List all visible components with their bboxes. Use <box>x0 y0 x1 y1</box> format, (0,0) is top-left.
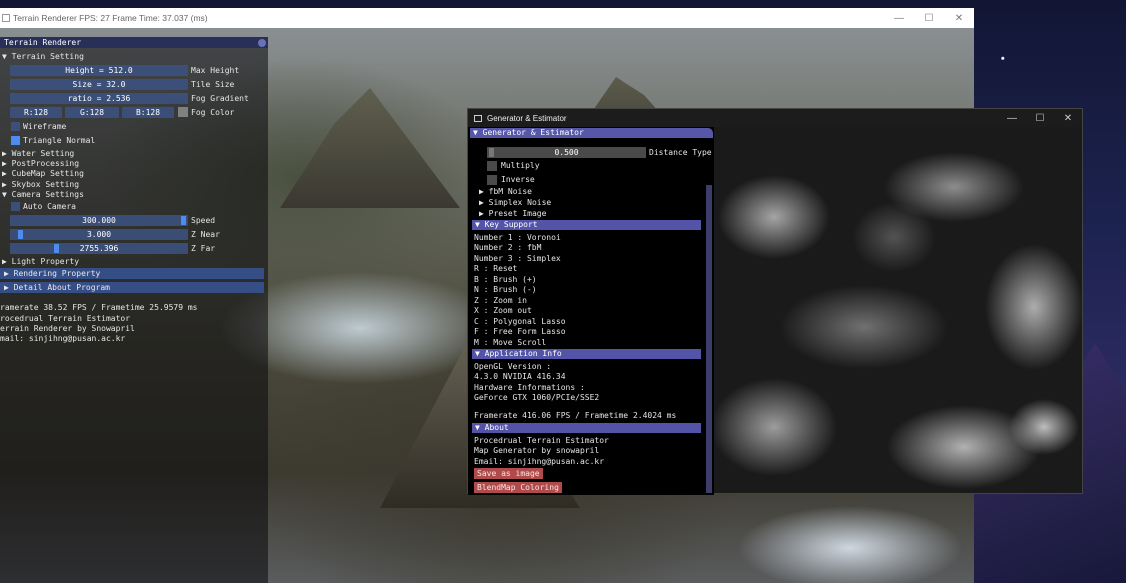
save-as-image-button[interactable]: Save as image <box>474 468 543 479</box>
blendmap-coloring-button[interactable]: BlendMap Coloring <box>474 482 562 493</box>
fog-red-value: R:128 <box>23 108 49 117</box>
terrain-peak <box>280 88 460 208</box>
main-window-title: Terrain Renderer FPS: 27 Frame Time: 37.… <box>13 13 208 23</box>
triangle-normal-checkbox[interactable] <box>11 136 20 145</box>
fog-gradient-label: Fog Gradient <box>191 94 249 103</box>
multiply-label: Multiply <box>501 161 540 170</box>
size-slider[interactable]: Size = 32.0 <box>10 79 188 90</box>
fog-green-value: G:128 <box>79 108 105 117</box>
panel-title-text: Terrain Renderer <box>4 38 82 47</box>
key-row: R : Reset <box>474 264 518 273</box>
speed-value: 300.000 <box>82 216 116 225</box>
znear-value: 3.000 <box>86 230 112 239</box>
generator-panel: ▼ Generator & Estimator 0.500 Distance T… <box>468 127 714 495</box>
gen-panel-header[interactable]: ▼ Generator & Estimator <box>470 128 713 138</box>
application-info-header[interactable]: ▼ Application Info <box>472 349 701 359</box>
hardware-info-value: GeForce GTX 1060/PCIe/SSE2 <box>474 393 600 402</box>
fog-red-input[interactable]: R:128 <box>10 107 62 118</box>
camera-settings-header[interactable]: ▼ Camera Settings <box>2 189 84 200</box>
key-row: M : Move Scroll <box>474 338 547 347</box>
key-row: F : Free Form Lasso <box>474 327 566 336</box>
inverse-label: Inverse <box>501 175 535 184</box>
close-button[interactable]: ✕ <box>944 13 974 24</box>
minimize-button[interactable]: — <box>998 113 1026 124</box>
tile-size-label: Tile Size <box>191 80 235 89</box>
max-height-label: Max Height <box>191 66 240 75</box>
rendering-property-header[interactable]: ▶ Rendering Property <box>0 268 264 279</box>
speed-label: Speed <box>191 216 216 225</box>
key-support-header[interactable]: ▼ Key Support <box>472 220 701 230</box>
camera-speed-slider[interactable]: 300.000 <box>10 215 188 226</box>
slider-value: 0.500 <box>554 148 579 157</box>
preset-image-node[interactable]: ▶ Preset Image <box>479 208 546 219</box>
detail-about-header[interactable]: ▶ Detail About Program <box>0 282 264 293</box>
fog-color-swatch[interactable] <box>178 107 188 117</box>
triangle-normal-label: Triangle Normal <box>23 136 96 145</box>
about-header[interactable]: ▼ About <box>472 423 701 433</box>
zfar-label: Z Far <box>191 244 216 253</box>
slider-grab-handle[interactable] <box>181 216 186 225</box>
fbm-noise-node[interactable]: ▶ fbM Noise <box>479 186 532 197</box>
cubemap-setting-node[interactable]: ▶ CubeMap Setting <box>2 168 84 179</box>
slider-grab-handle[interactable] <box>54 244 59 253</box>
app-icon <box>2 14 10 22</box>
key-row: N : Brush (-) <box>474 285 537 294</box>
maximize-button[interactable]: ☐ <box>1026 113 1054 124</box>
terrain-renderer-panel: Terrain Renderer ▼ Terrain Setting Heigh… <box>0 37 268 583</box>
panel-scrollbar[interactable] <box>706 185 712 493</box>
auto-camera-label: Auto Camera <box>23 202 76 211</box>
value-slider[interactable]: 0.500 <box>487 147 646 158</box>
fog-green-input[interactable]: G:128 <box>65 107 119 118</box>
ratio-slider[interactable]: ratio = 2.536 <box>10 93 188 104</box>
close-button[interactable]: ✕ <box>1054 113 1082 124</box>
ratio-value: ratio = 2.536 <box>67 94 131 103</box>
wireframe-checkbox[interactable] <box>11 122 20 131</box>
framerate-info: ramerate 38.52 FPS / Frametime 25.9579 m… <box>0 303 198 312</box>
collapse-dot-icon[interactable] <box>258 39 266 47</box>
multiply-checkbox[interactable] <box>487 161 497 171</box>
panel-title[interactable]: Terrain Renderer <box>0 37 268 48</box>
auto-camera-checkbox[interactable] <box>11 202 20 211</box>
generator-estimator-window: Generator & Estimator — ☐ ✕ ▼ Generator … <box>467 108 1083 495</box>
gen-titlebar[interactable]: Generator & Estimator — ☐ ✕ <box>468 109 1082 127</box>
wireframe-label: Wireframe <box>23 122 67 131</box>
about-line: Map Generator by snowapril <box>474 446 600 455</box>
distance-type-label: Distance Type <box>649 148 712 157</box>
email-info: mail: sinjihng@pusan.ac.kr <box>0 334 126 343</box>
height-slider[interactable]: Height = 512.0 <box>10 65 188 76</box>
light-property-node[interactable]: ▶ Light Property <box>2 256 79 267</box>
fog-color-label: Fog Color <box>191 108 235 117</box>
about-line: Email: sinjihng@pusan.ac.kr <box>474 457 605 466</box>
zfar-value: 2755.396 <box>79 244 119 253</box>
terrain-setting-header[interactable]: ▼ Terrain Setting <box>2 51 84 62</box>
opengl-version-value: 4.3.0 NVIDIA 416.34 <box>474 372 566 381</box>
key-row: X : Zoom out <box>474 306 532 315</box>
simplex-noise-node[interactable]: ▶ Simplex Noise <box>479 197 551 208</box>
zfar-slider[interactable]: 2755.396 <box>10 243 188 254</box>
gen-window-title: Generator & Estimator <box>487 113 567 123</box>
znear-label: Z Near <box>191 230 220 239</box>
minimize-button[interactable]: — <box>884 13 914 24</box>
noise-map-canvas[interactable] <box>714 127 1082 493</box>
maximize-button[interactable]: ☐ <box>914 13 944 24</box>
znear-slider[interactable]: 3.000 <box>10 229 188 240</box>
app-icon <box>474 114 482 122</box>
gen-framerate: Framerate 416.06 FPS / Frametime 2.4024 … <box>474 411 677 420</box>
slider-grab-handle[interactable] <box>489 148 494 157</box>
fog-blue-value: B:128 <box>135 108 161 117</box>
key-row: Number 2 : fbM <box>474 243 542 252</box>
size-value: Size = 32.0 <box>72 80 126 89</box>
fog-blue-input[interactable]: B:128 <box>122 107 174 118</box>
height-value: Height = 512.0 <box>65 66 133 75</box>
inverse-checkbox[interactable] <box>487 175 497 185</box>
slider-grab-handle[interactable] <box>18 230 23 239</box>
main-titlebar[interactable]: Terrain Renderer FPS: 27 Frame Time: 37.… <box>0 8 974 28</box>
